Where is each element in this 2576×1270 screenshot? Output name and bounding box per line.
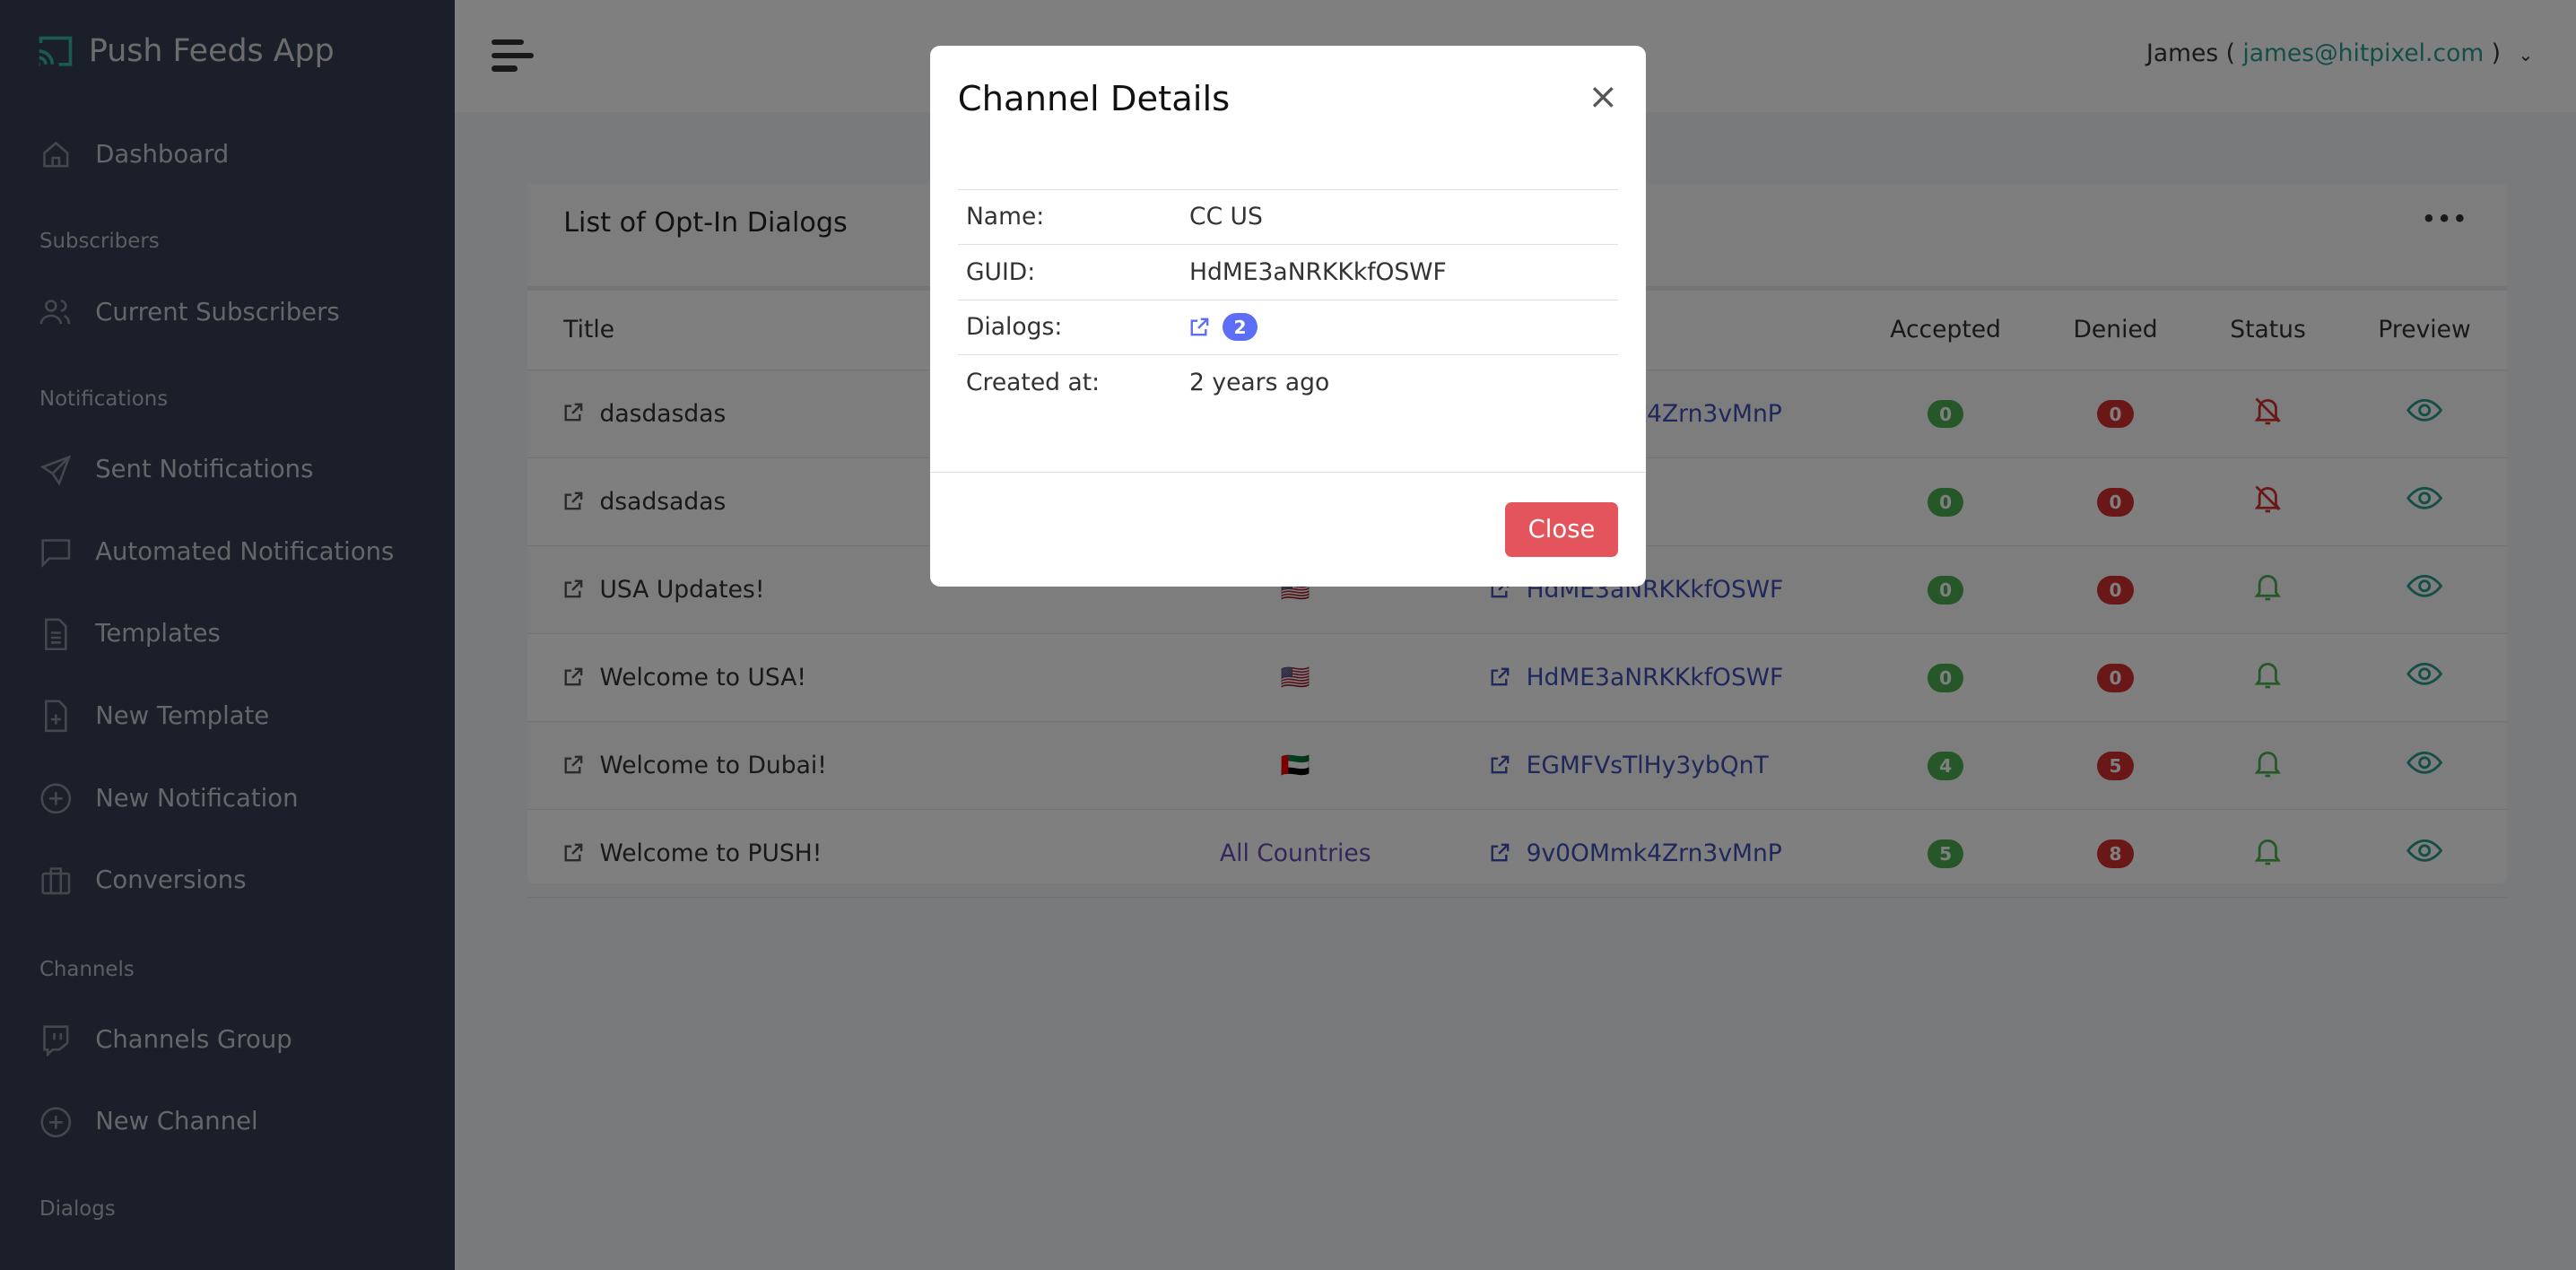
external-link-icon[interactable] — [1189, 318, 1209, 337]
app-root: Push Feeds App DashboardSubscribersCurre… — [0, 0, 2576, 1270]
modal-footer-divider — [929, 471, 1647, 473]
dialogs-count-badge[interactable]: 2 — [1222, 313, 1258, 342]
field-label: Name: — [965, 203, 1045, 231]
close-icon[interactable]: × — [1588, 75, 1618, 117]
created-at: 2 years ago — [1189, 368, 1330, 396]
channel-details-table: Name: CC US GUID: HdME3aNRKKkfOSWF Dialogs… — [957, 188, 1619, 410]
field-label: GUID: — [965, 257, 1036, 286]
field-label: Created at: — [965, 368, 1101, 396]
channel-name: CC US — [1189, 203, 1263, 231]
channel-details-modal: Channel Details × Name: CC US GUID: HdME3a… — [929, 46, 1647, 587]
field-label: Dialogs: — [965, 313, 1063, 342]
channel-guid: HdME3aNRKKkfOSWF — [1189, 257, 1447, 286]
close-button[interactable]: Close — [1504, 502, 1619, 557]
modal-title: Channel Details — [957, 78, 1231, 119]
